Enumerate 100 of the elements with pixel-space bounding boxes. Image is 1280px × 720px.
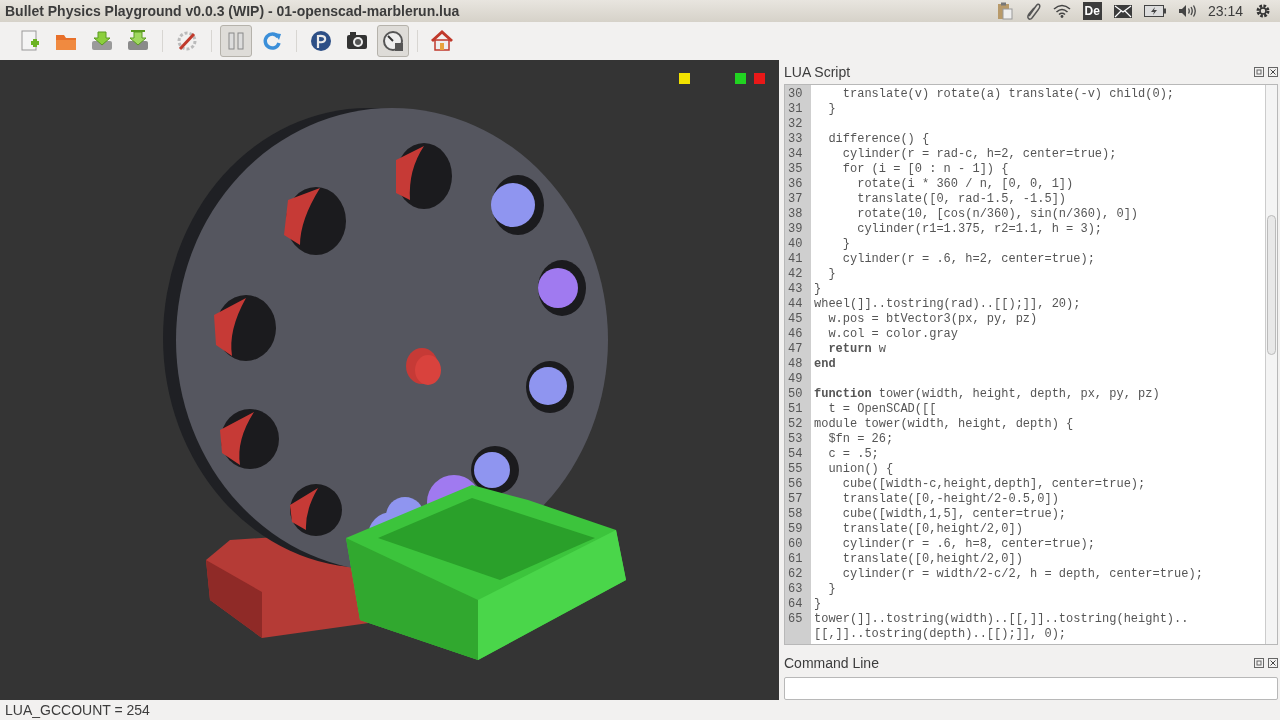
line-number: 53 (788, 432, 803, 446)
line-number: 31 (788, 102, 803, 116)
keyboard-layout-indicator[interactable]: De (1082, 2, 1102, 20)
code-line: } (814, 282, 822, 296)
download-tray-icon (126, 29, 150, 53)
line-number: 63 (788, 582, 803, 596)
line-number: 41 (788, 252, 803, 266)
volume-icon[interactable] (1177, 4, 1196, 18)
code-line: return w (827, 342, 887, 356)
download-tray-icon (90, 29, 114, 53)
vertical-scrollbar[interactable] (1265, 85, 1277, 644)
line-number: 52 (788, 417, 803, 431)
code-editor[interactable] (784, 84, 1278, 645)
house-icon (430, 29, 454, 53)
code-line: t = OpenSCAD([[ (827, 402, 937, 416)
line-number: 38 (788, 207, 803, 221)
code-line: translate([0,-height/2-0.5,0]) (841, 492, 1059, 506)
code-line: wheel(]]..tostring(rad)..[[);]], 20); (814, 297, 1081, 311)
code-line: rotate(10, [cos(n/360), sin(n/360), 0]) (856, 207, 1139, 221)
line-number: 47 (788, 342, 803, 356)
p-circle-icon (309, 29, 333, 53)
code-line: cylinder(r = width/2-c/2, h = depth, center=true); (841, 567, 1203, 581)
code-line: cylinder(r = .6, h=8, center=true); (841, 537, 1095, 551)
line-number: 57 (788, 492, 803, 506)
line-number: 60 (788, 537, 803, 551)
command-input-field[interactable] (784, 677, 1278, 700)
code-line: translate(v) rotate(a) translate(-v) child(0); (841, 87, 1175, 101)
close-icon[interactable] (1268, 67, 1278, 77)
line-number: 45 (788, 312, 803, 326)
line-number: 51 (788, 402, 803, 416)
line-number: 48 (788, 357, 803, 371)
clipboard-icon[interactable] (996, 2, 1013, 20)
line-number: 64 (788, 597, 803, 611)
code-line: c = .5; (827, 447, 879, 461)
line-number: 42 (788, 267, 803, 281)
code-line: $fn = 26; (827, 432, 894, 446)
code-line: } (827, 582, 836, 596)
panel-title: LUA Script (784, 62, 851, 82)
line-number: 33 (788, 132, 803, 146)
line-number: 34 (788, 147, 803, 161)
code-line: cylinder(r = .6, h=2, center=true); (841, 252, 1095, 266)
line-number: 59 (788, 522, 803, 536)
float-panel-icon[interactable] (1254, 658, 1264, 668)
line-number: 61 (788, 552, 803, 566)
line-number: 58 (788, 507, 803, 521)
window-title: Bullet Physics Playground v0.0.3 (WIP) - 01-openscad-marblerun.lua (5, 1, 460, 21)
line-number: 49 (788, 372, 803, 386)
code-line: cube([width-c,height,depth], center=true); (841, 477, 1146, 491)
code-line: module tower(width, height, depth) { (814, 417, 1074, 431)
status-text: LUA_GCCOUNT = 254 (5, 700, 150, 720)
code-line: tower(]]..tostring(width)..[[,]]..tostring(height).. (814, 612, 1189, 626)
line-number: 55 (788, 462, 803, 476)
code-line: rotate(i * 360 / n, [0, 0, 1]) (856, 177, 1074, 191)
battery-icon[interactable] (1143, 5, 1166, 17)
line-number: 39 (788, 222, 803, 236)
line-number: 32 (788, 117, 803, 131)
power-gear-icon[interactable] (1255, 3, 1271, 19)
float-panel-icon[interactable] (1254, 67, 1264, 77)
code-line: translate([0,height/2,0]) (841, 552, 1023, 566)
code-line: w.pos = btVector3(px, py, pz) (827, 312, 1038, 326)
wifi-icon[interactable] (1052, 4, 1071, 18)
code-line: } (841, 237, 850, 251)
line-number: 56 (788, 477, 803, 491)
line-number: 62 (788, 567, 803, 581)
line-number: 65 (788, 612, 803, 626)
mail-icon[interactable] (1113, 4, 1132, 18)
line-number: 46 (788, 327, 803, 341)
stopwatch-button[interactable] (377, 25, 409, 57)
line-number: 40 (788, 237, 803, 251)
code-line: cube([width,1,5], center=true); (841, 507, 1067, 521)
code-line: function tower(width, height, depth, px, py, pz) (814, 387, 1160, 401)
line-number: 54 (788, 447, 803, 461)
clock-time[interactable]: 23:14 (1207, 0, 1243, 22)
line-number: 36 (788, 177, 803, 191)
code-line: for (i = [0 : n - 1]) { (841, 162, 1009, 176)
line-number: 43 (788, 282, 803, 296)
code-line: cylinder(r = rad-c, h=2, center=true); (841, 147, 1117, 161)
code-line: [[,]]..tostring(depth)..[[);]], 0); (814, 627, 1067, 641)
line-number: 30 (788, 87, 803, 101)
code-line: } (827, 102, 836, 116)
indicator-square-icon (735, 73, 746, 84)
code-line: end (814, 357, 836, 371)
code-line: w.col = color.gray (827, 327, 959, 341)
paperclip-icon[interactable] (1024, 2, 1041, 20)
code-line: } (827, 267, 836, 281)
line-number: 35 (788, 162, 803, 176)
new-file-icon (18, 29, 42, 53)
close-icon[interactable] (1268, 658, 1278, 668)
indicator-square-icon (754, 73, 765, 84)
code-line: translate([0,height/2,0]) (841, 522, 1023, 536)
panel-title: Command Line (784, 653, 879, 673)
stopwatch-icon (381, 29, 405, 53)
code-line: } (814, 597, 822, 611)
code-line: translate([0, rad-1.5, -1.5]) (856, 192, 1067, 206)
line-number: 50 (788, 387, 803, 401)
code-line: cylinder(r1=1.375, r2=1.1, h = 3); (856, 222, 1103, 236)
code-line: difference() { (827, 132, 930, 146)
line-number: 37 (788, 192, 803, 206)
code-line: union() { (827, 462, 894, 476)
indicator-square-icon (679, 73, 690, 84)
